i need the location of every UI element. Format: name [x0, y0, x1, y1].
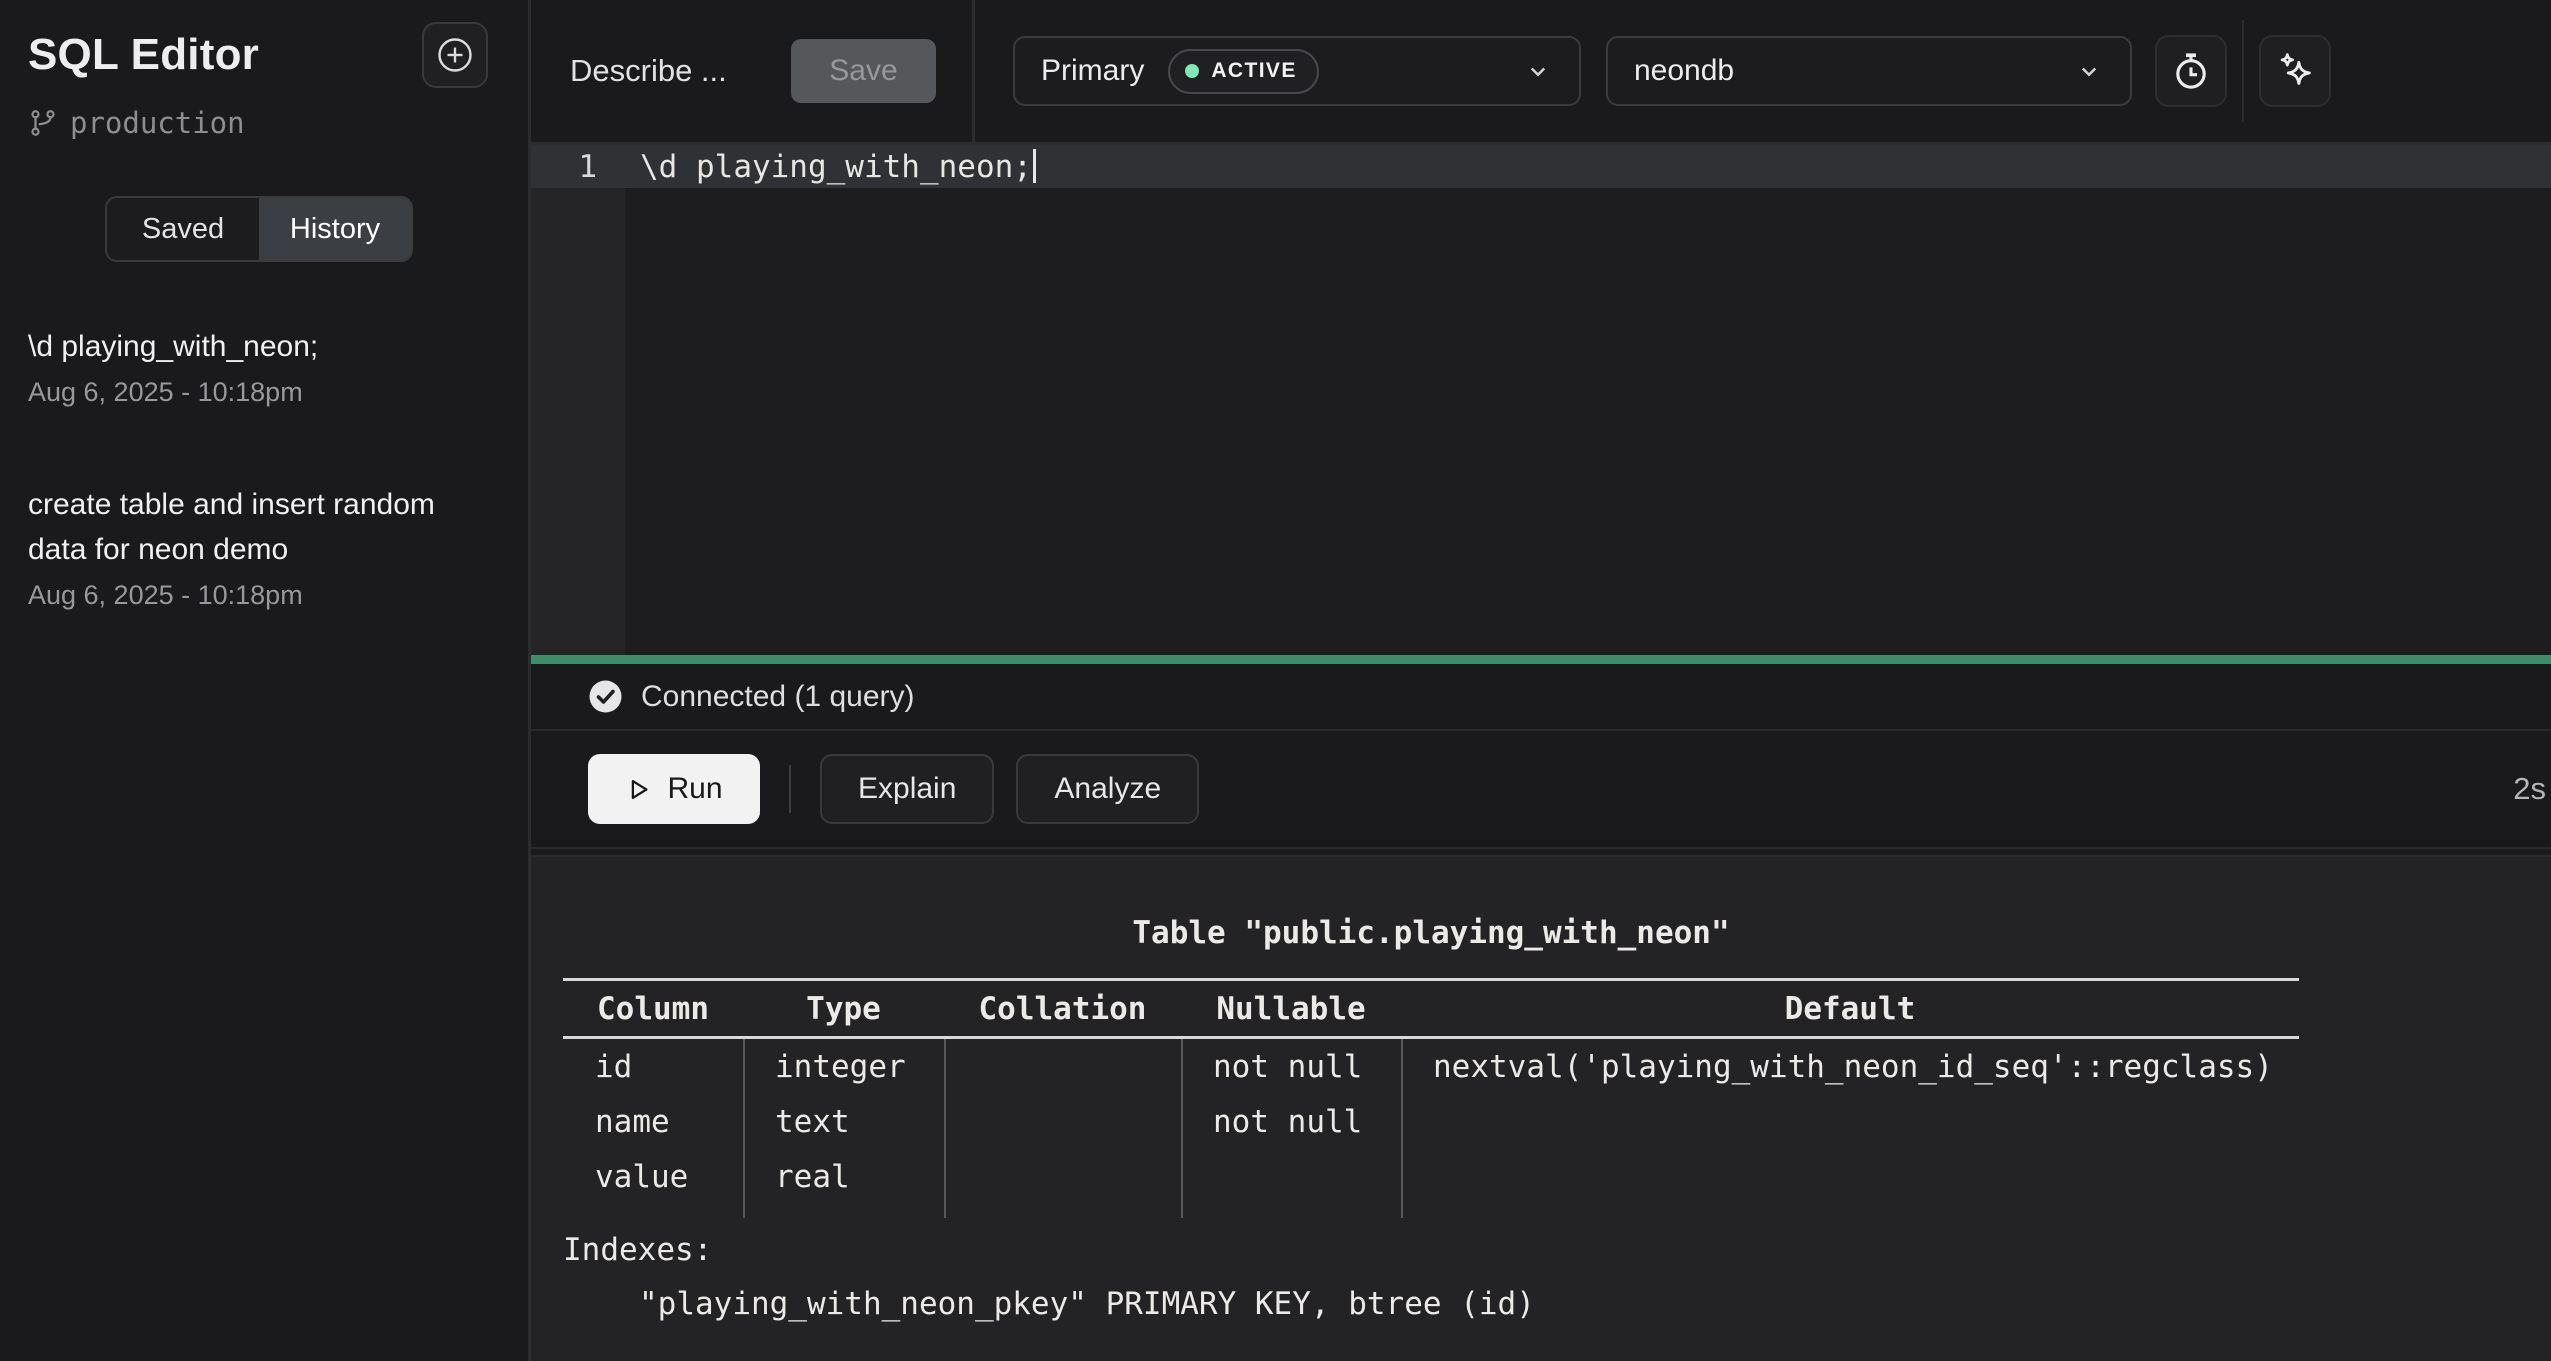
cell-type: real: [743, 1159, 944, 1195]
saved-history-tabs: Saved History: [105, 196, 413, 262]
cell-column: value: [563, 1159, 743, 1195]
play-icon: [625, 776, 652, 803]
branch-name: production: [70, 106, 245, 140]
results-panel: Table "public.playing_with_neon" Column …: [531, 855, 2551, 1361]
branch-indicator: production: [28, 106, 528, 140]
history-item-timestamp: Aug 6, 2025 - 10:18pm: [28, 377, 478, 408]
explain-button[interactable]: Explain: [820, 754, 994, 824]
plus-circle-icon: [434, 34, 476, 76]
table-row: name text not null: [563, 1094, 2299, 1149]
table-row: value real: [563, 1149, 2299, 1204]
cell-column: name: [563, 1104, 743, 1140]
text-cursor: [1033, 149, 1036, 183]
run-button-label: Run: [667, 772, 722, 806]
column-header: Default: [1401, 991, 2299, 1027]
query-progress-bar: [531, 655, 2551, 664]
branch-select-value: Primary: [1041, 54, 1144, 88]
result-table-title: Table "public.playing_with_neon": [563, 917, 2299, 949]
column-header: Column: [563, 991, 743, 1027]
sparkle-icon: [2272, 48, 2318, 94]
result-table-header: Column Type Collation Nullable Default: [563, 981, 2299, 1036]
cell-column: id: [563, 1049, 743, 1085]
branch-select[interactable]: Primary ACTIVE: [1013, 36, 1581, 106]
run-button[interactable]: Run: [588, 754, 760, 824]
git-branch-icon: [28, 108, 58, 138]
save-button[interactable]: Save: [791, 39, 936, 103]
main-panel: Describe ... Save Primary ACTIVE neondb: [531, 0, 2551, 1361]
status-badge: ACTIVE: [1168, 49, 1318, 94]
analyze-button[interactable]: Analyze: [1016, 754, 1199, 824]
tab-history[interactable]: History: [259, 198, 411, 260]
history-item-title: create table and insert random data for …: [28, 482, 478, 572]
check-circle-icon: [588, 679, 623, 714]
status-badge-label: ACTIVE: [1211, 59, 1296, 83]
connection-status-text: Connected (1 query): [641, 680, 915, 714]
toolbar-divider: [2242, 20, 2244, 122]
database-select-value: neondb: [1634, 54, 1734, 88]
actions-toolbar: Run Explain Analyze 2s: [531, 731, 2551, 849]
column-separator: [1181, 1039, 1183, 1218]
query-toolbar: Describe ... Save Primary ACTIVE neondb: [531, 0, 2551, 145]
indexes-label: Indexes:: [563, 1234, 2551, 1266]
connection-controls: Primary ACTIVE neondb: [975, 0, 2551, 142]
history-item[interactable]: \d playing_with_neon; Aug 6, 2025 - 10:1…: [28, 324, 478, 408]
history-item[interactable]: create table and insert random data for …: [28, 482, 478, 611]
cell-nullable: not null: [1181, 1049, 1401, 1085]
database-select[interactable]: neondb: [1606, 36, 2132, 106]
query-duration: 2s: [2513, 771, 2551, 807]
sql-editor-app: SQL Editor: [0, 0, 2551, 1361]
history-item-timestamp: Aug 6, 2025 - 10:18pm: [28, 580, 478, 611]
page-title: SQL Editor: [28, 22, 259, 80]
describe-table-output: Table "public.playing_with_neon" Column …: [563, 917, 2299, 1218]
editor-gutter: [531, 145, 625, 655]
column-separator: [743, 1039, 745, 1218]
chevron-down-icon: [2074, 56, 2104, 86]
editor-active-line: 1 \d playing_with_neon;: [531, 145, 2551, 188]
ai-assist-button[interactable]: [2259, 35, 2331, 107]
sidebar: SQL Editor: [0, 0, 531, 1361]
new-query-button[interactable]: [422, 22, 488, 88]
toolbar-divider: [789, 765, 791, 813]
cell-nullable: not null: [1181, 1104, 1401, 1140]
cell-type: integer: [743, 1049, 944, 1085]
history-item-title: \d playing_with_neon;: [28, 324, 478, 369]
column-separator: [944, 1039, 946, 1218]
tab-saved[interactable]: Saved: [107, 198, 259, 260]
cell-default: nextval('playing_with_neon_id_seq'::regc…: [1401, 1049, 2299, 1085]
active-dot-icon: [1185, 64, 1199, 78]
column-header: Nullable: [1181, 991, 1401, 1027]
column-separator: [1401, 1039, 1403, 1218]
query-title-group: Describe ... Save: [531, 0, 972, 142]
result-table-body: id integer not null nextval('playing_wit…: [563, 1039, 2299, 1218]
table-row: id integer not null nextval('playing_wit…: [563, 1039, 2299, 1094]
stopwatch-icon: [2169, 49, 2213, 93]
index-definition: "playing_with_neon_pkey" PRIMARY KEY, bt…: [563, 1286, 2551, 1322]
cell-type: text: [743, 1104, 944, 1140]
sidebar-header: SQL Editor: [28, 22, 528, 88]
line-number: 1: [531, 149, 625, 185]
query-title-input[interactable]: Describe ...: [570, 53, 727, 89]
connection-status-bar: Connected (1 query): [531, 664, 2551, 731]
column-header: Collation: [944, 991, 1181, 1027]
query-history-timer-button[interactable]: [2155, 35, 2227, 107]
history-list: \d playing_with_neon; Aug 6, 2025 - 10:1…: [28, 324, 528, 611]
sql-code-editor[interactable]: 1 \d playing_with_neon;: [531, 145, 2551, 655]
code-text: \d playing_with_neon;: [625, 149, 1036, 185]
chevron-down-icon: [1523, 56, 1553, 86]
column-header: Type: [743, 991, 944, 1027]
